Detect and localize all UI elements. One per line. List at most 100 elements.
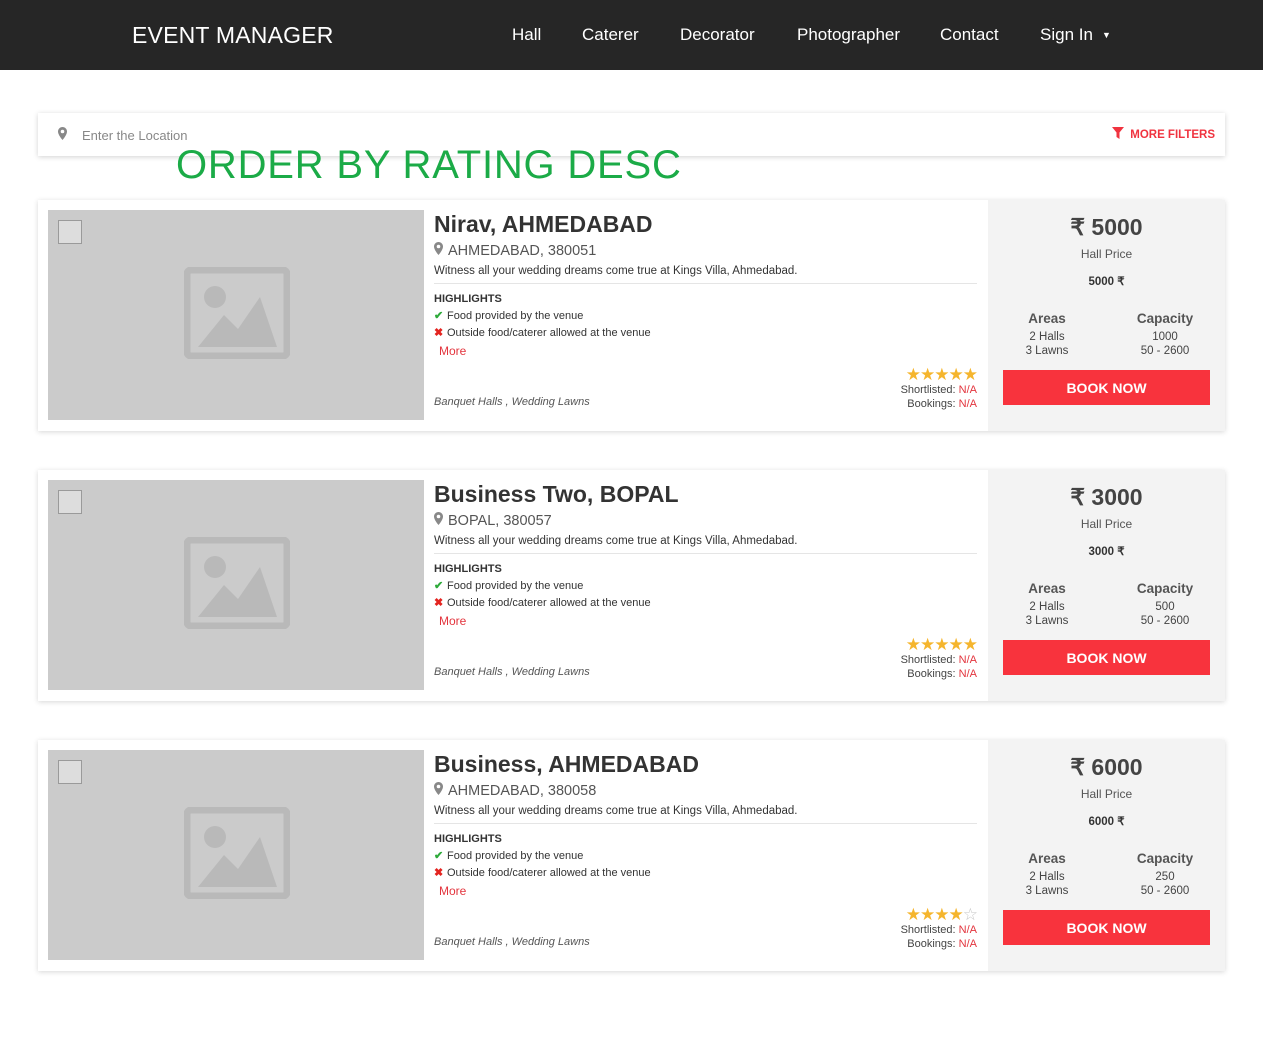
venue-location: AHMEDABAD, 380051 [434, 242, 977, 259]
bookings-label: Bookings: [907, 398, 956, 410]
highlight-text: Food provided by the venue [447, 309, 584, 322]
areas-heading: Areas [1028, 581, 1066, 596]
star-filled-icon: ★ [948, 365, 964, 384]
areas-values: 2 Halls 3 Lawns [988, 600, 1106, 628]
nav-item-contact[interactable]: Contact [940, 25, 999, 45]
price-detail: 3000 ₹ [1088, 546, 1125, 558]
capacity-heading: Capacity [1136, 851, 1194, 866]
location-text: BOPAL, 380057 [448, 512, 552, 529]
venue-info: Business, AHMEDABAD AHMEDABAD, 380058 Wi… [434, 750, 978, 950]
venue-card: Business Two, BOPAL BOPAL, 380057 Witnes… [38, 470, 1225, 701]
venue-card: Nirav, AHMEDABAD AHMEDABAD, 380051 Witne… [38, 200, 1225, 431]
capacity-heading: Capacity [1136, 311, 1194, 326]
nav-item-decorator[interactable]: Decorator [680, 25, 755, 45]
bookings-value: N/A [958, 398, 977, 410]
venue-categories: Banquet Halls , Wedding Lawns [434, 396, 590, 408]
image-placeholder-icon [183, 266, 291, 364]
highlight-text: Outside food/caterer allowed at the venu… [447, 866, 651, 879]
bookings-label: Bookings: [907, 668, 956, 680]
check-icon: ✔ [434, 850, 444, 862]
highlights-heading: HIGHLIGHTS [434, 833, 502, 845]
highlight-item: ✖ Outside food/caterer allowed at the ve… [434, 866, 977, 880]
highlight-text: Outside food/caterer allowed at the venu… [447, 596, 651, 609]
capacity-column: Capacity 1000 50 - 2600 [1106, 311, 1224, 358]
capacity-column: Capacity 250 50 - 2600 [1106, 851, 1224, 898]
star-filled-icon: ★ [962, 365, 978, 384]
bookings-value: N/A [958, 938, 977, 950]
highlight-item: ✔ Food provided by the venue [434, 309, 977, 323]
venue-info: Business Two, BOPAL BOPAL, 380057 Witnes… [434, 480, 978, 680]
nav-item-hall[interactable]: Hall [512, 25, 541, 45]
areas-heading: Areas [1028, 851, 1066, 866]
venue-categories: Banquet Halls , Wedding Lawns [434, 936, 590, 948]
venue-title[interactable]: Nirav, AHMEDABAD [434, 210, 977, 238]
map-pin-icon [434, 782, 443, 799]
more-filters-button[interactable]: MORE FILTERS [1112, 127, 1215, 142]
broken-image-icon [58, 490, 82, 514]
book-now-button[interactable]: BOOK NOW [1003, 910, 1210, 945]
nav-item-photographer[interactable]: Photographer [797, 25, 900, 45]
venue-image[interactable] [48, 750, 424, 960]
venue-image[interactable] [48, 210, 424, 420]
map-pin-icon [434, 512, 443, 529]
price-panel: ₹ 3000 Hall Price 3000 ₹ Areas 2 Halls 3… [988, 470, 1225, 701]
star-filled-icon: ★ [905, 635, 921, 654]
venue-description: Witness all your wedding dreams come tru… [434, 535, 977, 554]
venue-description: Witness all your wedding dreams come tru… [434, 265, 977, 284]
bookings-stat: Bookings: N/A [907, 938, 977, 950]
hall-price-label: Hall Price [1080, 517, 1133, 531]
map-pin-icon [58, 127, 67, 145]
cross-icon: ✖ [434, 867, 444, 879]
star-filled-icon: ★ [962, 635, 978, 654]
venue-image[interactable] [48, 480, 424, 690]
capacity-heading: Capacity [1136, 581, 1194, 596]
price-panel: ₹ 5000 Hall Price 5000 ₹ Areas 2 Halls 3… [988, 200, 1225, 431]
areas-heading: Areas [1028, 311, 1066, 326]
caret-down-icon: ▼ [1101, 30, 1111, 40]
hall-price: ₹ 6000 [1070, 754, 1143, 780]
star-rating: ★★★★★ [905, 635, 978, 654]
hall-price-label: Hall Price [1080, 787, 1133, 801]
check-icon: ✔ [434, 580, 444, 592]
area-lawns: 3 Lawns [1025, 885, 1069, 897]
more-link[interactable]: More [439, 344, 977, 358]
more-link[interactable]: More [439, 884, 977, 898]
book-now-button[interactable]: BOOK NOW [1003, 370, 1210, 405]
venue-location: BOPAL, 380057 [434, 512, 977, 529]
image-placeholder-icon [183, 806, 291, 904]
broken-image-icon [58, 760, 82, 784]
venue-location: AHMEDABAD, 380058 [434, 782, 977, 799]
shortlisted-value: N/A [958, 384, 977, 396]
highlight-text: Outside food/caterer allowed at the venu… [447, 326, 651, 339]
highlights-heading: HIGHLIGHTS [434, 563, 502, 575]
more-link[interactable]: More [439, 614, 977, 628]
brand-logo[interactable]: EVENT MANAGER [132, 22, 334, 49]
capacity-lawns: 50 - 2600 [1140, 345, 1190, 357]
image-placeholder-icon [183, 536, 291, 634]
venue-title[interactable]: Business, AHMEDABAD [434, 750, 977, 778]
hall-price-label: Hall Price [1080, 247, 1133, 261]
nav-item-caterer[interactable]: Caterer [582, 25, 639, 45]
area-halls: 2 Halls [1029, 871, 1065, 883]
venue-info: Nirav, AHMEDABAD AHMEDABAD, 380051 Witne… [434, 210, 978, 410]
price-detail: 5000 ₹ [1088, 276, 1125, 288]
highlights-heading: HIGHLIGHTS [434, 293, 502, 305]
highlight-item: ✔ Food provided by the venue [434, 579, 977, 593]
star-filled-icon: ★ [920, 365, 935, 384]
capacity-halls: 1000 [1152, 331, 1178, 343]
areas-column: Areas 2 Halls 3 Lawns [988, 851, 1106, 898]
capacity-values: 250 50 - 2600 [1106, 870, 1224, 898]
areas-column: Areas 2 Halls 3 Lawns [988, 311, 1106, 358]
capacity-halls: 250 [1155, 871, 1175, 883]
areas-values: 2 Halls 3 Lawns [988, 870, 1106, 898]
nav-item-sign-in[interactable]: Sign In ▼ [1040, 25, 1111, 45]
star-filled-icon: ★ [934, 365, 949, 384]
bookings-value: N/A [958, 668, 977, 680]
star-empty-icon: ☆ [962, 905, 978, 924]
areas-values: 2 Halls 3 Lawns [988, 330, 1106, 358]
venue-title[interactable]: Business Two, BOPAL [434, 480, 977, 508]
star-filled-icon: ★ [948, 905, 964, 924]
highlight-item: ✖ Outside food/caterer allowed at the ve… [434, 326, 977, 340]
book-now-button[interactable]: BOOK NOW [1003, 640, 1210, 675]
sort-order-caption: ORDER BY RATING DESC [176, 143, 682, 187]
